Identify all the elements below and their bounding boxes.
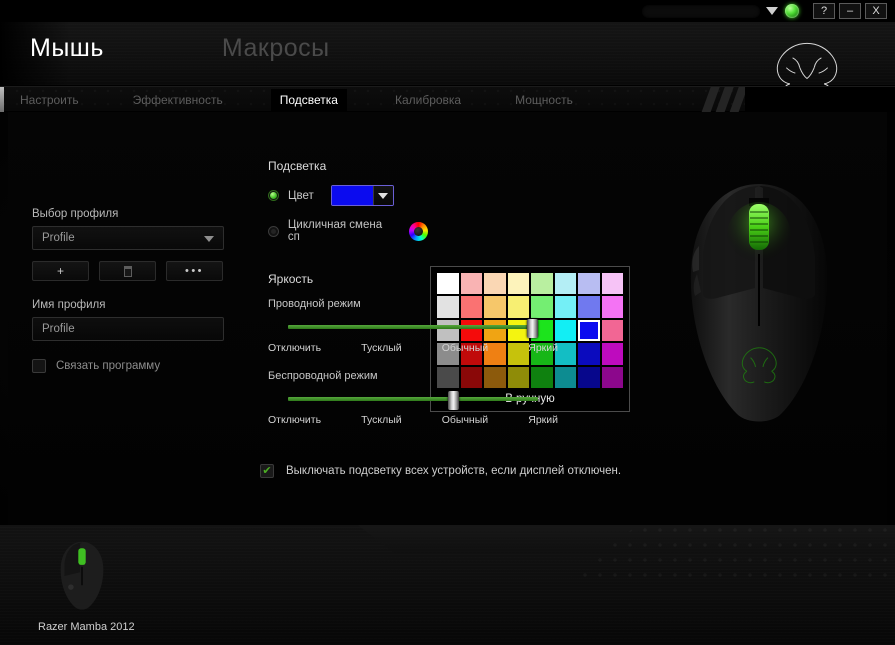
- color-radio[interactable]: [268, 190, 279, 201]
- status-led-icon: [785, 4, 799, 18]
- display-off-label: Выключать подсветку всех устройств, если…: [286, 465, 622, 477]
- wired-tick-dim: Тусклый: [361, 342, 402, 354]
- cycle-radio[interactable]: [268, 225, 279, 237]
- wireless-tick-normal: Обычный: [441, 414, 489, 426]
- cycle-option-row[interactable]: Цикличная смена сп: [268, 219, 428, 243]
- wired-tick-off: Отключить: [268, 342, 322, 354]
- palette-swatch[interactable]: [578, 343, 600, 365]
- close-button[interactable]: X: [865, 3, 887, 19]
- mouse-preview-image: [690, 184, 828, 422]
- link-program-row[interactable]: Связать программу: [32, 359, 228, 373]
- profile-panel: Выбор профиля Profile + ••• Имя профиля …: [32, 208, 228, 373]
- display-off-checkbox[interactable]: ✔: [260, 464, 274, 478]
- nav-tabs: Настроить Эффективность Подсветка Калибр…: [14, 87, 579, 113]
- plus-icon: +: [56, 264, 64, 278]
- mode-tab-macros[interactable]: Макросы: [222, 34, 330, 63]
- wired-brightness-slider[interactable]: [288, 319, 538, 338]
- more-profile-button[interactable]: •••: [166, 261, 223, 281]
- color-swatch-dropdown[interactable]: [330, 185, 394, 206]
- wireless-slider-scale: Отключить Тусклый Обычный Яркий: [268, 414, 558, 426]
- footer-bar: Razer Mamba 2012 f: [0, 525, 895, 645]
- display-off-row[interactable]: ✔ Выключать подсветку всех устройств, ес…: [260, 464, 621, 478]
- palette-swatch[interactable]: [578, 319, 600, 342]
- palette-swatch[interactable]: [578, 296, 600, 318]
- nav-slash-decoration: [701, 87, 748, 113]
- color-dropdown-arrow[interactable]: [372, 186, 393, 205]
- trash-icon: [123, 265, 132, 277]
- current-color-swatch: [331, 186, 373, 205]
- wireless-slider-track: [288, 397, 538, 401]
- tab-power[interactable]: Мощность: [509, 93, 579, 107]
- window-controls: ? – X: [813, 3, 887, 19]
- color-option-row[interactable]: Цвет: [268, 185, 428, 206]
- minimize-button[interactable]: –: [839, 3, 861, 19]
- wireless-mode-label: Беспроводной режим: [268, 370, 378, 382]
- profile-select-label: Выбор профиля: [32, 208, 119, 220]
- chevron-down-icon: [204, 236, 214, 242]
- palette-swatch[interactable]: [578, 366, 600, 388]
- nav-tab-bar: Настроить Эффективность Подсветка Калибр…: [0, 86, 895, 113]
- title-bar: ? – X: [0, 0, 895, 22]
- lighting-title: Подсветка: [268, 159, 327, 173]
- brightness-title: Яркость: [268, 272, 314, 286]
- wireless-slider-handle[interactable]: [448, 391, 460, 410]
- ellipsis-icon: •••: [184, 265, 205, 277]
- link-program-label: Связать программу: [56, 360, 161, 372]
- wireless-tick-dim: Тусклый: [361, 414, 402, 426]
- palette-swatch[interactable]: [601, 319, 623, 342]
- tab-calibration[interactable]: Калибровка: [389, 93, 467, 107]
- tab-performance[interactable]: Эффективность: [127, 93, 229, 107]
- tab-lighting[interactable]: Подсветка: [270, 89, 347, 111]
- palette-swatch[interactable]: [578, 273, 600, 295]
- wired-slider-scale: Отключить Тусклый Обычный Яркий: [268, 342, 558, 354]
- wireless-tick-bright: Яркий: [528, 414, 558, 426]
- profile-select-value: Profile: [42, 232, 75, 244]
- color-radio-label: Цвет: [288, 189, 314, 202]
- profile-select[interactable]: Profile: [32, 226, 224, 250]
- wired-mode-label: Проводной режим: [268, 298, 361, 310]
- link-program-checkbox[interactable]: [32, 359, 46, 373]
- profile-name-label: Имя профиля: [32, 299, 106, 311]
- delete-profile-button[interactable]: [99, 261, 156, 281]
- add-profile-button[interactable]: +: [32, 261, 89, 281]
- app-header: Мышь Макросы: [0, 22, 895, 106]
- tab-configure[interactable]: Настроить: [14, 93, 85, 107]
- profile-name-value: Profile: [42, 323, 75, 335]
- wired-tick-bright: Яркий: [528, 342, 558, 354]
- mode-tab-bar: Мышь Макросы: [30, 34, 330, 63]
- palette-swatch[interactable]: [601, 366, 623, 388]
- brightness-section: Яркость Проводной режим Отключить Тусклы…: [268, 272, 558, 426]
- color-wheel-icon[interactable]: [409, 221, 428, 241]
- razer-synapse-window: ? – X Мышь Макросы Настроить Эффективнос…: [0, 0, 895, 645]
- mode-tab-mouse[interactable]: Мышь: [30, 34, 104, 63]
- wired-tick-normal: Обычный: [441, 342, 489, 354]
- nav-right-cap: [745, 87, 895, 113]
- palette-swatch[interactable]: [601, 296, 623, 318]
- device-thumbnail-icon[interactable]: [54, 539, 110, 613]
- wireless-tick-off: Отключить: [268, 414, 322, 426]
- redacted-account-label: [642, 4, 760, 18]
- help-button[interactable]: ?: [813, 3, 835, 19]
- palette-swatch[interactable]: [601, 343, 623, 365]
- main-stage: Выбор профиля Profile + ••• Имя профиля …: [0, 112, 895, 525]
- nav-accent: [0, 87, 4, 113]
- wired-slider-handle[interactable]: [527, 319, 538, 338]
- lighting-section: Подсветка Цвет Цикличная смена сп: [268, 159, 428, 256]
- wireless-brightness-slider[interactable]: [288, 391, 538, 410]
- wired-slider-track: [288, 325, 538, 329]
- profile-button-row: + •••: [32, 261, 228, 281]
- profile-name-input[interactable]: Profile: [32, 317, 224, 341]
- device-name-label: Razer Mamba 2012: [38, 621, 135, 633]
- cycle-radio-label: Цикличная смена сп: [287, 219, 383, 243]
- palette-swatch[interactable]: [601, 273, 623, 295]
- chevron-down-icon[interactable]: [766, 7, 778, 15]
